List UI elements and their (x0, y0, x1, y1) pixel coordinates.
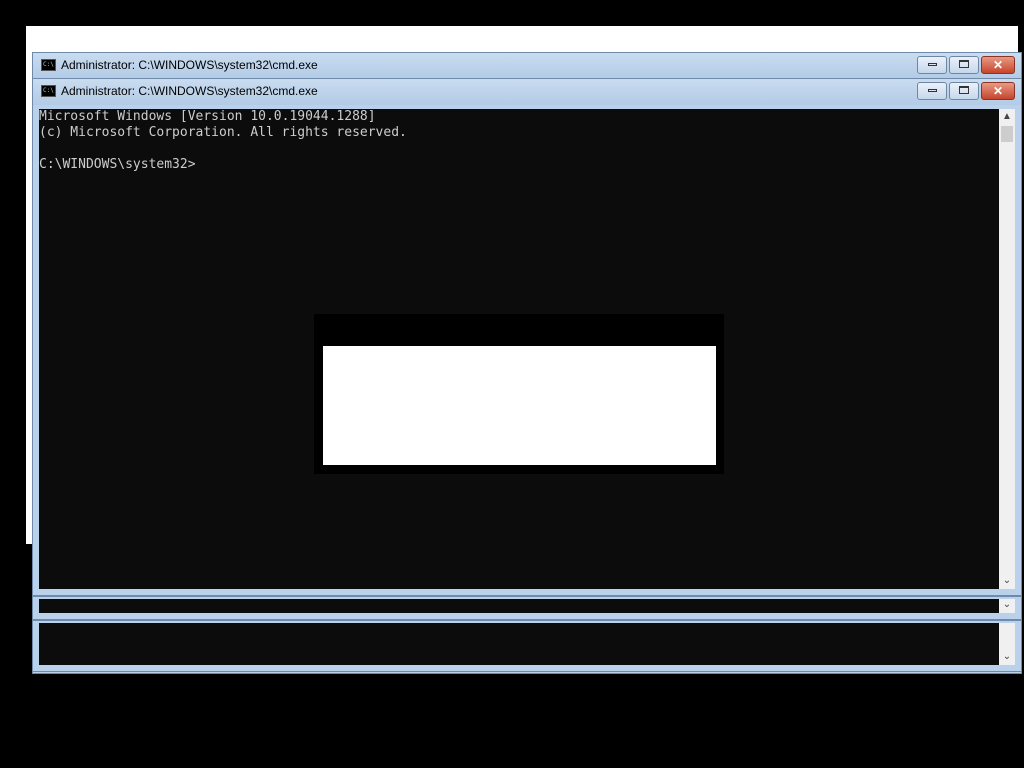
vertical-scrollbar[interactable]: ⌄ (999, 599, 1015, 613)
minimize-button[interactable] (917, 82, 947, 100)
minimize-icon (927, 62, 937, 66)
console-area[interactable] (39, 599, 999, 613)
console-area[interactable] (39, 623, 999, 665)
maximize-button[interactable] (949, 56, 979, 74)
command-prompt[interactable]: C:\WINDOWS\system32> (39, 157, 196, 172)
chevron-up-icon[interactable]: ▲ (999, 109, 1015, 125)
window-title: Administrator: C:\WINDOWS\system32\cmd.e… (61, 84, 318, 98)
cmd-window-strip[interactable]: ⌄ (32, 620, 1022, 672)
maximize-icon (959, 86, 969, 95)
close-icon: ✕ (992, 84, 1004, 98)
cmd-icon: C:\ (41, 85, 56, 97)
chevron-down-icon[interactable]: ⌄ (999, 573, 1015, 589)
minimize-button[interactable] (917, 56, 947, 74)
close-button[interactable]: ✕ (981, 56, 1015, 74)
cmd-icon: C:\ (41, 59, 56, 71)
cmd-window-strip[interactable]: ⌄ (32, 596, 1022, 620)
minimize-icon (927, 88, 937, 92)
title-bar[interactable]: C:\ Administrator: C:\WINDOWS\system32\c… (33, 79, 1021, 105)
overlay-panel (323, 346, 716, 465)
console-line: Microsoft Windows [Version 10.0.19044.12… (39, 109, 376, 124)
chevron-down-icon[interactable]: ⌄ (999, 649, 1015, 665)
close-icon: ✕ (992, 58, 1004, 72)
vertical-scrollbar[interactable]: ⌄ (999, 623, 1015, 665)
maximize-button[interactable] (949, 82, 979, 100)
chevron-down-icon[interactable]: ⌄ (999, 597, 1015, 613)
console-line: (c) Microsoft Corporation. All rights re… (39, 125, 407, 140)
title-bar[interactable]: C:\ Administrator: C:\WINDOWS\system32\c… (33, 53, 1021, 79)
maximize-icon (959, 60, 969, 69)
scroll-thumb[interactable] (1001, 126, 1013, 142)
window-title: Administrator: C:\WINDOWS\system32\cmd.e… (61, 58, 318, 72)
vertical-scrollbar[interactable]: ▲ ⌄ (999, 109, 1015, 589)
close-button[interactable]: ✕ (981, 82, 1015, 100)
